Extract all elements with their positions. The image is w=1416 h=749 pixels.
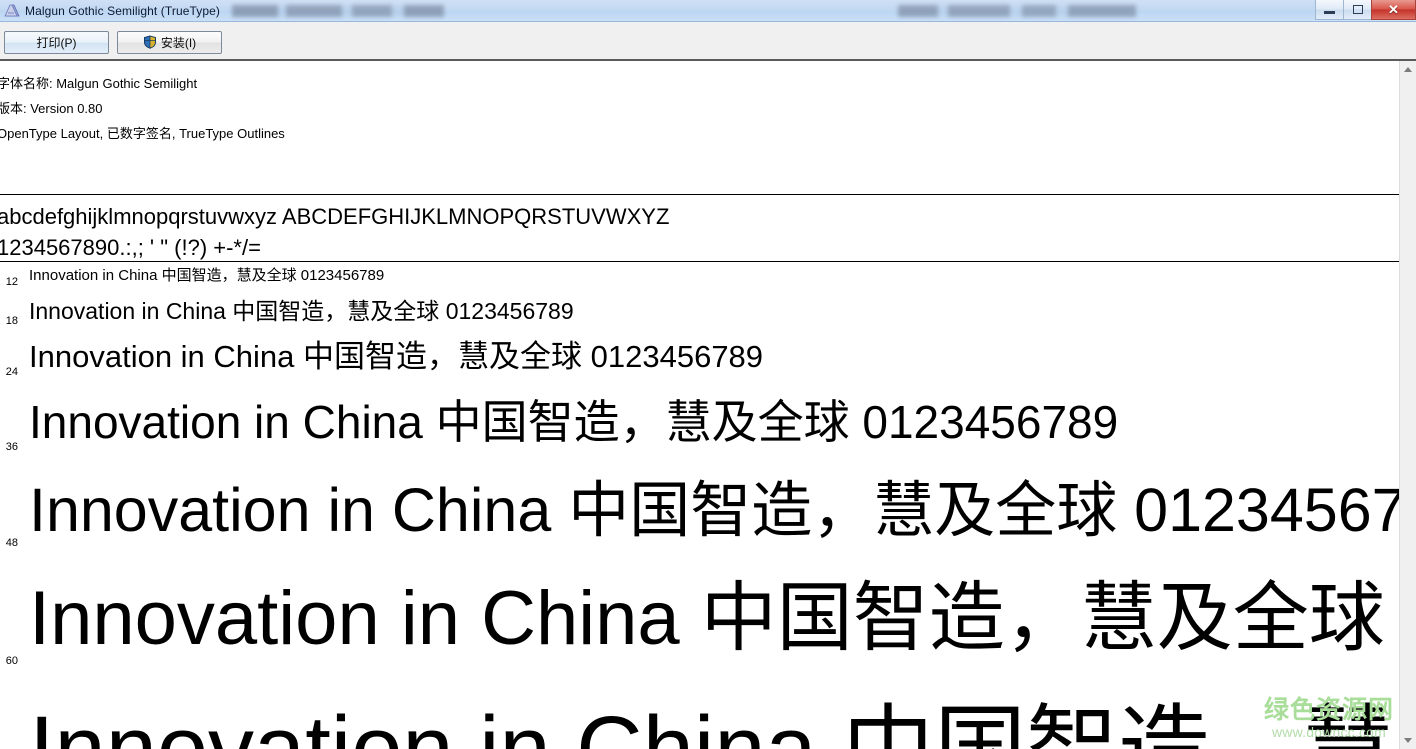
- sample-size-label: 12: [5, 276, 18, 288]
- sample-text: Innovation in China 中国智造，慧及全球 0123456789: [29, 267, 385, 284]
- sample-row: 36 Innovation in China 中国智造，慧及全球 01234567…: [0, 383, 1399, 461]
- window-title: Malgun Gothic Semilight (TrueType): [25, 3, 221, 18]
- scroll-down-button[interactable]: [1400, 732, 1416, 749]
- font-name-line: 字体名称: Malgun Gothic Semilight: [0, 76, 198, 91]
- redacted-title-text-2: [898, 5, 1136, 17]
- sample-size-label: 48: [5, 537, 18, 549]
- alphabet-block: abcdefghijklmnopqrstuvwxyz ABCDEFGHIJKLM…: [0, 201, 1399, 263]
- window-controls: ✕: [1315, 0, 1416, 21]
- sample-text: Innovation in China 中国智造，慧及全球 0123456789: [29, 298, 574, 324]
- font-features-line: OpenType Layout, 已数字签名, TrueType Outline…: [0, 126, 285, 141]
- sample-size-label: 36: [5, 441, 18, 453]
- sample-row: 12 Innovation in China 中国智造，慧及全球 01234567…: [0, 261, 1399, 291]
- install-button-label: 安装(I): [160, 36, 197, 50]
- sample-text: Innovation in China 中国智造，慧及全球 0123456789: [29, 476, 1399, 544]
- sample-text: Innovation in China 中国智造，慧及全球 0123456789: [29, 339, 764, 374]
- scroll-down-arrow-icon: [1404, 738, 1412, 743]
- print-button[interactable]: 打印(P): [4, 31, 109, 54]
- divider-after-info: [0, 194, 1399, 195]
- minimize-button[interactable]: [1315, 0, 1344, 20]
- font-preview-window: Malgun Gothic Semilight (TrueType) ✕ 打印(…: [0, 0, 1416, 749]
- sample-row: 18 Innovation in China 中国智造，慧及全球 01234567…: [0, 291, 1399, 331]
- sample-size-label: 18: [5, 315, 18, 327]
- redacted-title-text-1: [232, 4, 445, 17]
- install-button[interactable]: 安装(I): [117, 31, 222, 54]
- font-version-line: 版本: Version 0.80: [0, 101, 103, 116]
- size-samples-list: 12 Innovation in China 中国智造，慧及全球 01234567…: [0, 261, 1399, 749]
- alphabet-digits-line: 1234567890.:,; ' " (!?) +-*/=: [0, 235, 261, 260]
- sample-row: 24 Innovation in China 中国智造，慧及全球 01234567…: [0, 331, 1399, 383]
- sample-row: 72Innovation in China 中国智造，慧及全球 01234567…: [0, 679, 1399, 749]
- sample-size-label: 24: [5, 366, 18, 378]
- vertical-scrollbar[interactable]: [1399, 61, 1416, 749]
- sample-text: Innovation in China 中国智造，慧及全球 0123456789: [29, 576, 1399, 661]
- sample-row: 48 Innovation in China 中国智造，慧及全球 01234567…: [0, 461, 1399, 559]
- alphabet-letters-line: abcdefghijklmnopqrstuvwxyz ABCDEFGHIJKLM…: [0, 204, 670, 229]
- print-button-label: 打印(P): [36, 36, 77, 50]
- font-info-block: 字体名称: Malgun Gothic Semilight 版本: Versio…: [0, 71, 1399, 146]
- scrollbar-thumb[interactable]: [1400, 78, 1416, 718]
- close-icon: ✕: [1388, 2, 1399, 17]
- sample-size-label: 60: [5, 655, 18, 667]
- toolbar: 打印(P) 安装(I): [0, 22, 1416, 61]
- title-bar: Malgun Gothic Semilight (TrueType) ✕: [0, 0, 1416, 22]
- uac-shield-icon: [143, 35, 157, 49]
- scroll-up-arrow-icon: [1404, 67, 1412, 72]
- font-preview-content: 字体名称: Malgun Gothic Semilight 版本: Versio…: [0, 61, 1399, 749]
- sample-row: 60 Innovation in China 中国智造，慧及全球 01234567…: [0, 559, 1399, 679]
- close-button[interactable]: ✕: [1371, 0, 1416, 20]
- font-file-icon: [4, 3, 20, 19]
- scroll-up-button[interactable]: [1400, 61, 1416, 78]
- minimize-icon: [1324, 11, 1335, 14]
- restore-icon: [1352, 5, 1363, 14]
- sample-text: Innovation in China 中国智造，慧及全球 0123456789: [29, 698, 1399, 749]
- sample-text: Innovation in China 中国智造，慧及全球 0123456789: [29, 396, 1119, 448]
- restore-button[interactable]: [1343, 0, 1372, 20]
